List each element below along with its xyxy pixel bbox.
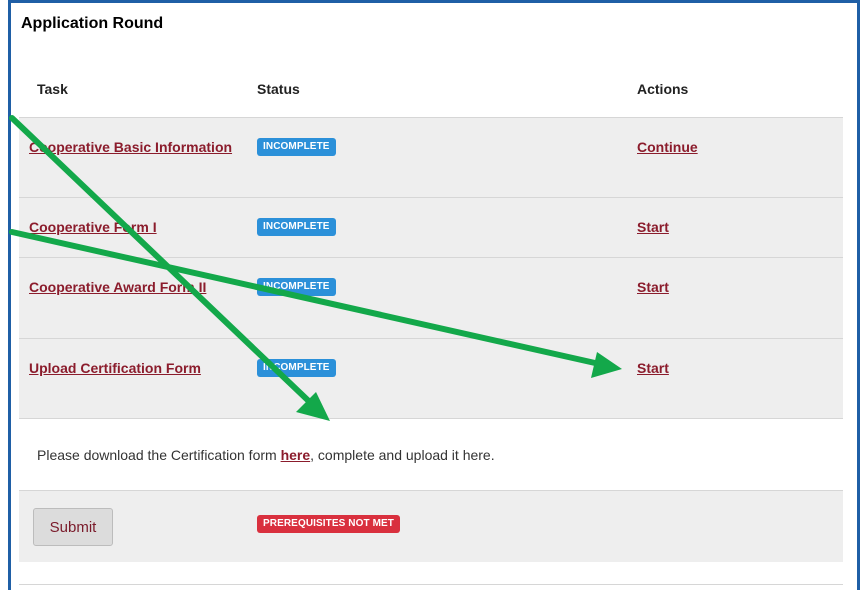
task-link-form-1[interactable]: Cooperative Form I [29,216,234,238]
table-row: Upload Certification Form INCOMPLETE Sta… [19,338,843,418]
status-badge: INCOMPLETE [257,278,336,296]
table-row: Cooperative Basic Information INCOMPLETE… [19,117,843,197]
column-header-actions: Actions [637,81,689,97]
prerequisites-badge: PREREQUISITES NOT MET [257,515,401,533]
task-link-upload-certification[interactable]: Upload Certification Form [29,357,209,379]
column-header-status: Status [257,81,300,97]
submit-row: Submit PREREQUISITES NOT MET [19,490,843,562]
start-link-award-form-2[interactable]: Start [637,276,669,298]
table-bottom-divider [19,584,843,590]
certification-note: Please download the Certification form h… [37,447,495,463]
download-certification-link[interactable]: here [281,447,311,463]
start-link-upload-certification[interactable]: Start [637,357,669,379]
submit-button[interactable]: Submit [33,508,113,546]
application-round-panel: Application Round Task Status Actions Co… [8,0,860,590]
certification-note-row: Please download the Certification form h… [19,418,843,490]
note-text-after: , complete and upload it here. [310,447,495,463]
table-row: Cooperative Award Form II INCOMPLETE Sta… [19,257,843,338]
task-link-basic-information[interactable]: Cooperative Basic Information [29,136,234,158]
start-link-form-1[interactable]: Start [637,216,669,238]
column-header-task: Task [37,81,68,97]
task-link-award-form-2[interactable]: Cooperative Award Form II [29,276,234,298]
status-badge: INCOMPLETE [257,359,336,377]
table-row: Cooperative Form I INCOMPLETE Start [19,197,843,257]
status-badge: INCOMPLETE [257,138,336,156]
continue-link[interactable]: Continue [637,136,698,158]
section-title: Application Round [21,15,164,32]
status-badge: INCOMPLETE [257,218,336,236]
note-text-before: Please download the Certification form [37,447,281,463]
